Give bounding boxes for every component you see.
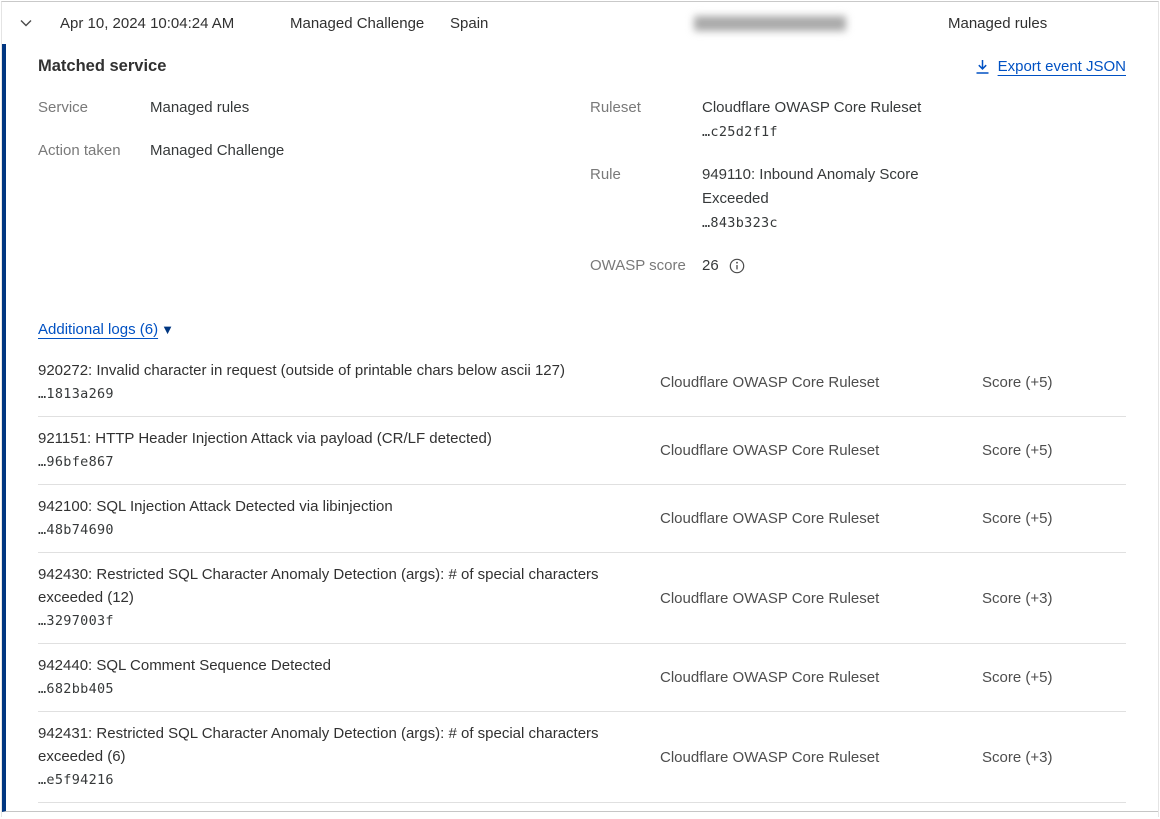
log-ruleset: Cloudflare OWASP Core Ruleset (660, 669, 982, 686)
log-hash: …1813a269 (38, 382, 660, 406)
ruleset-name: Cloudflare OWASP Core Ruleset (702, 99, 921, 116)
rule-name: 949110: Inbound Anomaly Score Exceeded (702, 166, 919, 207)
info-icon[interactable] (729, 258, 745, 274)
action-taken-field: Action taken Managed Challenge (38, 139, 590, 163)
rule-id-hash: …843b323c (702, 215, 778, 231)
owasp-score-value: 26 (702, 254, 719, 278)
event-country: Spain (450, 15, 694, 32)
additional-logs-list: 920272: Invalid character in request (ou… (38, 349, 1126, 803)
log-description: 920272: Invalid character in request (ou… (38, 362, 565, 379)
log-description: 942440: SQL Comment Sequence Detected (38, 657, 331, 674)
redacted-host-value (694, 16, 846, 31)
event-timestamp: Apr 10, 2024 10:04:24 AM (60, 15, 290, 32)
service-value: Managed rules (150, 96, 249, 120)
log-description: 942100: SQL Injection Attack Detected vi… (38, 498, 393, 515)
action-taken-label: Action taken (38, 139, 150, 163)
log-hash: …3297003f (38, 609, 660, 633)
rule-label: Rule (590, 163, 702, 235)
log-ruleset: Cloudflare OWASP Core Ruleset (660, 749, 982, 766)
log-hash: …96bfe867 (38, 450, 660, 474)
log-score: Score (+5) (982, 510, 1126, 527)
log-row: 942430: Restricted SQL Character Anomaly… (38, 553, 1126, 644)
log-score: Score (+5) (982, 669, 1126, 686)
action-taken-value: Managed Challenge (150, 139, 284, 163)
log-row: 942440: SQL Comment Sequence Detected …6… (38, 644, 1126, 712)
events-detail-view: Apr 10, 2024 10:04:24 AM Managed Challen… (1, 1, 1159, 817)
log-score: Score (+3) (982, 590, 1126, 607)
service-label: Service (38, 96, 150, 120)
event-detail-panel: Matched service Export event JSON Servic… (2, 44, 1158, 812)
log-row: 920272: Invalid character in request (ou… (38, 349, 1126, 417)
export-event-json-link[interactable]: Export event JSON (975, 58, 1126, 75)
log-ruleset: Cloudflare OWASP Core Ruleset (660, 442, 982, 459)
matched-service-title: Matched service (38, 57, 166, 76)
event-service: Managed rules (948, 15, 1047, 32)
service-field: Service Managed rules (38, 96, 590, 120)
log-description: 942431: Restricted SQL Character Anomaly… (38, 725, 599, 765)
log-hash: …48b74690 (38, 518, 660, 542)
owasp-score-label: OWASP score (590, 254, 702, 278)
ruleset-label: Ruleset (590, 96, 702, 144)
event-action: Managed Challenge (290, 15, 450, 32)
ruleset-field: Ruleset Cloudflare OWASP Core Ruleset …c… (590, 96, 1126, 144)
matched-service-details: Service Managed rules Action taken Manag… (38, 96, 1126, 297)
log-score: Score (+5) (982, 442, 1126, 459)
log-ruleset: Cloudflare OWASP Core Ruleset (660, 510, 982, 527)
additional-logs-toggle[interactable]: Additional logs (6) ▼ (38, 321, 174, 338)
log-description: 921151: HTTP Header Injection Attack via… (38, 430, 492, 447)
caret-down-icon: ▼ (161, 323, 174, 336)
chevron-down-icon[interactable] (17, 14, 35, 32)
rule-field: Rule 949110: Inbound Anomaly Score Excee… (590, 163, 1126, 235)
log-ruleset: Cloudflare OWASP Core Ruleset (660, 590, 982, 607)
log-score: Score (+5) (982, 374, 1126, 391)
log-hash: …682bb405 (38, 677, 660, 701)
log-ruleset: Cloudflare OWASP Core Ruleset (660, 374, 982, 391)
log-hash: …e5f94216 (38, 768, 660, 792)
event-summary-row[interactable]: Apr 10, 2024 10:04:24 AM Managed Challen… (2, 2, 1158, 44)
ruleset-id-hash: …c25d2f1f (702, 124, 778, 140)
log-description: 942430: Restricted SQL Character Anomaly… (38, 566, 599, 606)
log-row: 921151: HTTP Header Injection Attack via… (38, 417, 1126, 485)
owasp-score-field: OWASP score 26 (590, 254, 1126, 278)
log-score: Score (+3) (982, 749, 1126, 766)
export-event-json-label: Export event JSON (998, 58, 1126, 75)
additional-logs-label: Additional logs (6) (38, 321, 158, 338)
log-row: 942431: Restricted SQL Character Anomaly… (38, 712, 1126, 803)
log-row: 942100: SQL Injection Attack Detected vi… (38, 485, 1126, 553)
download-icon (975, 59, 990, 75)
